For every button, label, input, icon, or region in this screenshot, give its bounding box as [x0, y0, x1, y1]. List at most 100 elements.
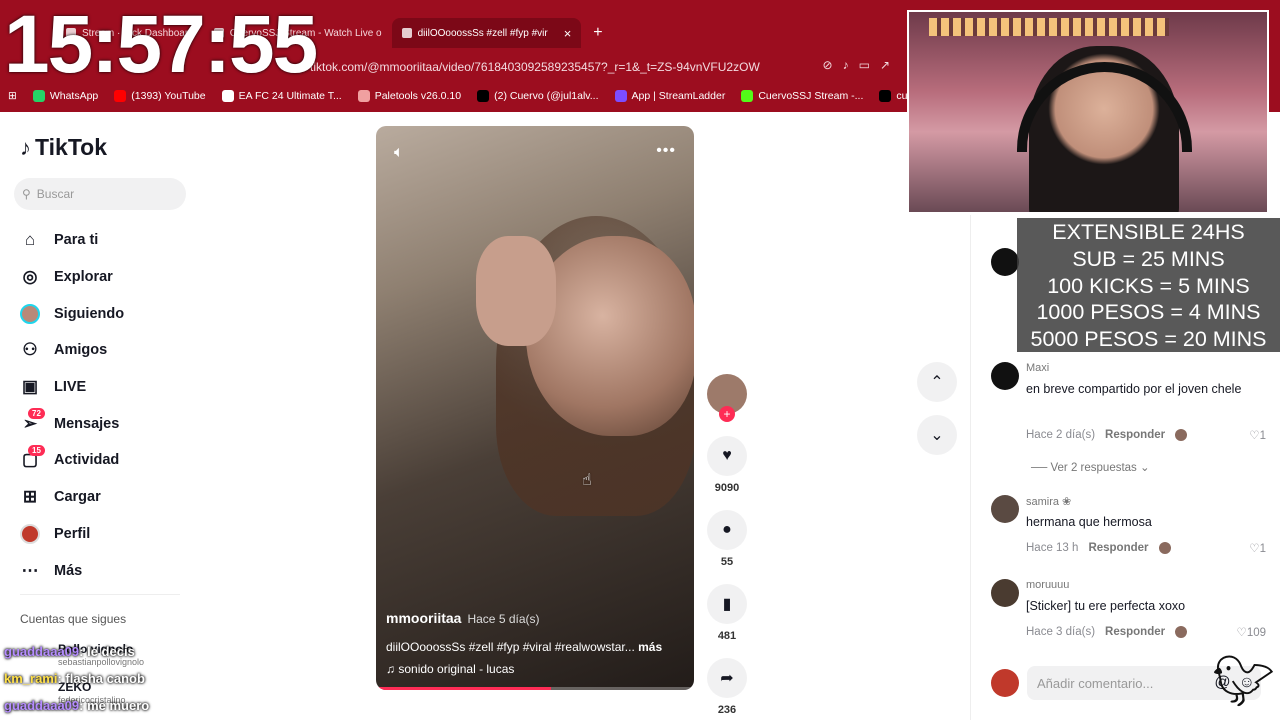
sidebar-item-siguiendo[interactable]: Siguiendo: [20, 295, 124, 332]
compass-icon: ◎: [22, 267, 38, 287]
video-author[interactable]: mmooriitaa Hace 5 día(s): [386, 610, 540, 626]
profile-avatar: [20, 523, 40, 544]
share-arrow-icon: ➦: [720, 670, 734, 687]
streamer-webcam: [907, 10, 1269, 214]
creator-liked-avatar: [1158, 542, 1171, 554]
commenter-avatar[interactable]: [991, 495, 1019, 523]
following-avatar: [20, 303, 40, 324]
overlay-line: SUB = 25 MINS: [1072, 246, 1225, 271]
apps-grid-icon[interactable]: ⊞: [8, 90, 17, 102]
bookmark-eafc[interactable]: EA FC 24 Ultimate T...: [221, 90, 342, 102]
chat-message: km_rami: flasha canob: [4, 671, 145, 686]
screenshot-icon[interactable]: ▭: [859, 58, 870, 72]
overlay-line: EXTENSIBLE 24HS: [1052, 220, 1245, 244]
more-icon: ⋯: [21, 560, 39, 580]
sidebar-item-mas[interactable]: ⋯ Más: [20, 552, 124, 589]
reply-button[interactable]: Responder: [1105, 429, 1165, 441]
video-actions: + ♥ 9090 ● 55 ▮ 481 ➦ 236: [706, 374, 748, 716]
sidebar-item-mensajes[interactable]: ➢ 72 Mensajes: [20, 405, 124, 442]
tiktok-bookmark-icon: [879, 90, 892, 102]
bookmark-x[interactable]: (2) Cuervo (@jul1alv...: [477, 90, 599, 102]
heart-outline-icon: ♡: [1249, 543, 1260, 555]
like-count: 9090: [714, 482, 740, 494]
comment-like-button[interactable]: ♡1: [1249, 428, 1266, 442]
overlay-line: 5000 PESOS = 20 MINS: [1030, 327, 1267, 352]
more-options-icon[interactable]: •••: [656, 142, 676, 160]
heart-outline-icon: ♡: [1236, 627, 1247, 639]
video-progress-fill: [376, 687, 551, 690]
bookmark-streamladder[interactable]: App | StreamLadder: [614, 90, 725, 102]
reply-button[interactable]: Responder: [1088, 542, 1148, 554]
commenter-name[interactable]: Maxi: [1026, 362, 1049, 374]
bookmark-kick[interactable]: CuervoSSJ Stream -...: [741, 90, 863, 102]
user-avatar: [991, 669, 1019, 697]
more-link[interactable]: más: [638, 640, 662, 654]
sidebar-item-explorar[interactable]: ◎ Explorar: [20, 259, 124, 296]
streamladder-icon: [614, 90, 627, 102]
avatar-icon: [20, 303, 40, 324]
like-button[interactable]: ♥: [707, 436, 747, 476]
new-tab-button[interactable]: +: [593, 24, 602, 42]
sidebar-item-actividad[interactable]: ▢ 15 Actividad: [20, 442, 124, 479]
comment-like-button[interactable]: ♡1: [1249, 541, 1266, 555]
share-count: 236: [717, 704, 737, 716]
save-action: ▮ 481: [706, 584, 748, 642]
sidebar-item-amigos[interactable]: ⚇ Amigos: [20, 332, 124, 369]
comment-text: en breve compartido por el joven chele: [1026, 382, 1242, 396]
sound-icon[interactable]: ♪: [843, 58, 849, 72]
save-button[interactable]: ▮: [707, 584, 747, 624]
bookmark-paletools[interactable]: Paletools v26.0.10: [357, 90, 461, 102]
music-note-icon: ♫: [386, 662, 395, 676]
tiktok-logo[interactable]: ♪ TikTok: [20, 134, 107, 161]
tiktok-note-icon: ♪: [20, 134, 31, 160]
mouse-cursor-icon: ☝︎: [582, 472, 592, 489]
video-progress-bar[interactable]: [376, 687, 694, 690]
live-icon: ▣: [21, 377, 39, 397]
comment-meta: Hace 13 h Responder ♡1: [1026, 541, 1266, 555]
next-video-button[interactable]: ⌄: [917, 415, 957, 455]
comment-button[interactable]: ●: [707, 510, 747, 550]
following-accounts-title: Cuentas que sigues: [20, 612, 127, 626]
mute-tab-icon[interactable]: ⊘: [823, 58, 833, 72]
bookmark-whatsapp[interactable]: WhatsApp: [32, 90, 98, 102]
follow-plus-icon[interactable]: +: [719, 406, 735, 422]
creator-avatar[interactable]: +: [707, 374, 747, 422]
bookmark-youtube[interactable]: (1393) YouTube: [114, 90, 206, 102]
view-replies-button[interactable]: ── Ver 2 respuestas ⌄: [1031, 460, 1150, 474]
share-button[interactable]: ➦: [707, 658, 747, 698]
commenter-avatar[interactable]: [991, 579, 1019, 607]
sidebar-item-cargar[interactable]: ⊞ Cargar: [20, 479, 124, 516]
sidebar-item-para-ti[interactable]: ⌂ Para ti: [20, 222, 124, 259]
whatsapp-icon: [32, 90, 45, 102]
comment-like-button[interactable]: ♡109: [1237, 625, 1267, 639]
chevron-up-icon: ⌃: [930, 374, 944, 391]
like-action: ♥ 9090: [706, 436, 748, 494]
overlay-line: 1000 PESOS = 4 MINS: [1036, 300, 1261, 325]
youtube-icon: [114, 90, 127, 102]
friends-icon: ⚇: [22, 340, 38, 360]
sidebar-item-live[interactable]: ▣ LIVE: [20, 369, 124, 406]
comment-meta: Hace 3 día(s) Responder ♡109: [1026, 625, 1267, 639]
comment-count: 55: [720, 556, 734, 568]
address-bar-actions: ⊘ ♪ ▭ ↗: [823, 58, 890, 72]
reply-button[interactable]: Responder: [1105, 626, 1165, 638]
chevron-down-icon: ⌄: [1140, 462, 1150, 474]
search-icon: ⚲: [22, 187, 31, 201]
volume-icon[interactable]: 🔈︎: [394, 144, 404, 162]
tab-tiktok-video[interactable]: diilOOooossSs #zell #fyp #vir ×: [391, 18, 582, 48]
close-tab-icon[interactable]: ×: [564, 26, 572, 41]
stream-clock: 15:57:55: [4, 0, 318, 90]
commenter-avatar: [991, 248, 1019, 276]
previous-video-button[interactable]: ⌃: [917, 362, 957, 402]
video-player[interactable]: 🔈︎ ••• mmooriitaa Hace 5 día(s) diilOOooo…: [376, 126, 694, 690]
commenter-avatar[interactable]: [991, 362, 1019, 390]
commenter-name[interactable]: samira ❀: [1026, 495, 1071, 508]
search-input[interactable]: ⚲ Buscar: [14, 178, 186, 210]
share-icon[interactable]: ↗: [880, 58, 890, 72]
eafc-icon: [221, 90, 234, 102]
video-frame-hand: [476, 236, 556, 346]
sidebar-item-perfil[interactable]: Perfil: [20, 516, 124, 553]
commenter-name[interactable]: moruuuu: [1026, 579, 1069, 591]
video-sound[interactable]: ♫ sonido original - lucas: [386, 662, 514, 676]
stream-chat-overlay: guaddaaa09: le decis km_rami: flasha can…: [0, 640, 320, 720]
